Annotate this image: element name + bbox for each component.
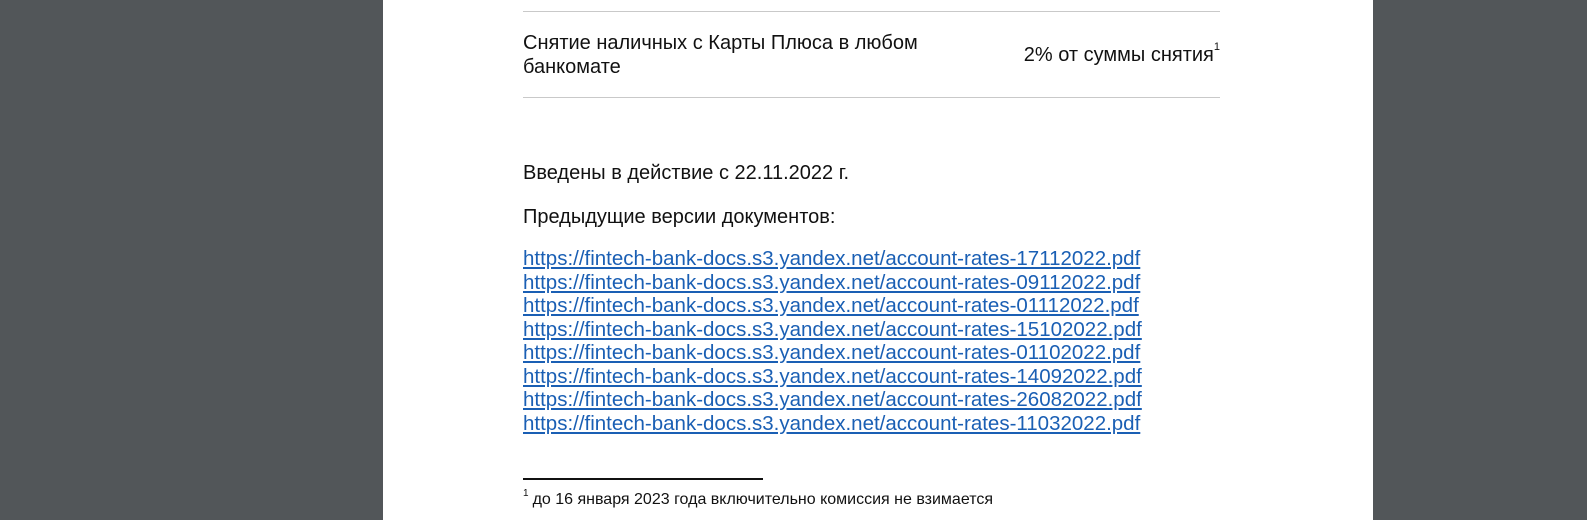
previous-version-link[interactable]: https://fintech-bank-docs.s3.yandex.net/… bbox=[523, 247, 1140, 270]
fee-value: 2% от суммы снятия1 bbox=[1023, 41, 1220, 67]
footnote-separator bbox=[523, 478, 763, 480]
list-item: https://fintech-bank-docs.s3.yandex.net/… bbox=[523, 365, 1142, 389]
footnote: 1 до 16 января 2023 года включительно ком… bbox=[523, 487, 993, 510]
previous-version-link[interactable]: https://fintech-bank-docs.s3.yandex.net/… bbox=[523, 388, 1142, 411]
previous-version-link[interactable]: https://fintech-bank-docs.s3.yandex.net/… bbox=[523, 341, 1140, 364]
list-item: https://fintech-bank-docs.s3.yandex.net/… bbox=[523, 294, 1142, 318]
fee-table-row: Снятие наличных с Карты Плюса в любом ба… bbox=[523, 31, 1220, 81]
table-top-rule bbox=[523, 11, 1220, 12]
previous-versions-title: Предыдущие версии документов: bbox=[523, 206, 836, 228]
list-item: https://fintech-bank-docs.s3.yandex.net/… bbox=[523, 247, 1142, 271]
table-bottom-rule bbox=[523, 97, 1220, 98]
footnote-marker: 1 bbox=[523, 487, 529, 499]
list-item: https://fintech-bank-docs.s3.yandex.net/… bbox=[523, 271, 1142, 295]
pdf-viewer: Снятие наличных с Карты Плюса в любом ба… bbox=[0, 0, 1587, 520]
effective-date: Введены в действие с 22.11.2022 г. bbox=[523, 162, 850, 184]
previous-version-link[interactable]: https://fintech-bank-docs.s3.yandex.net/… bbox=[523, 294, 1139, 317]
footnote-text: до 16 января 2023 года включительно коми… bbox=[532, 491, 993, 508]
list-item: https://fintech-bank-docs.s3.yandex.net/… bbox=[523, 412, 1142, 436]
previous-versions-list: https://fintech-bank-docs.s3.yandex.net/… bbox=[523, 247, 1142, 435]
list-item: https://fintech-bank-docs.s3.yandex.net/… bbox=[523, 388, 1142, 412]
fee-footnote-marker: 1 bbox=[1213, 41, 1220, 54]
document-page: Снятие наличных с Карты Плюса в любом ба… bbox=[383, 0, 1373, 520]
fee-value-text: 2% от суммы снятия bbox=[1023, 44, 1214, 66]
list-item: https://fintech-bank-docs.s3.yandex.net/… bbox=[523, 318, 1142, 342]
previous-version-link[interactable]: https://fintech-bank-docs.s3.yandex.net/… bbox=[523, 365, 1142, 388]
list-item: https://fintech-bank-docs.s3.yandex.net/… bbox=[523, 341, 1142, 365]
previous-version-link[interactable]: https://fintech-bank-docs.s3.yandex.net/… bbox=[523, 318, 1142, 341]
fee-name: Снятие наличных с Карты Плюса в любом ба… bbox=[523, 32, 918, 78]
previous-version-link[interactable]: https://fintech-bank-docs.s3.yandex.net/… bbox=[523, 412, 1140, 435]
previous-version-link[interactable]: https://fintech-bank-docs.s3.yandex.net/… bbox=[523, 271, 1140, 294]
